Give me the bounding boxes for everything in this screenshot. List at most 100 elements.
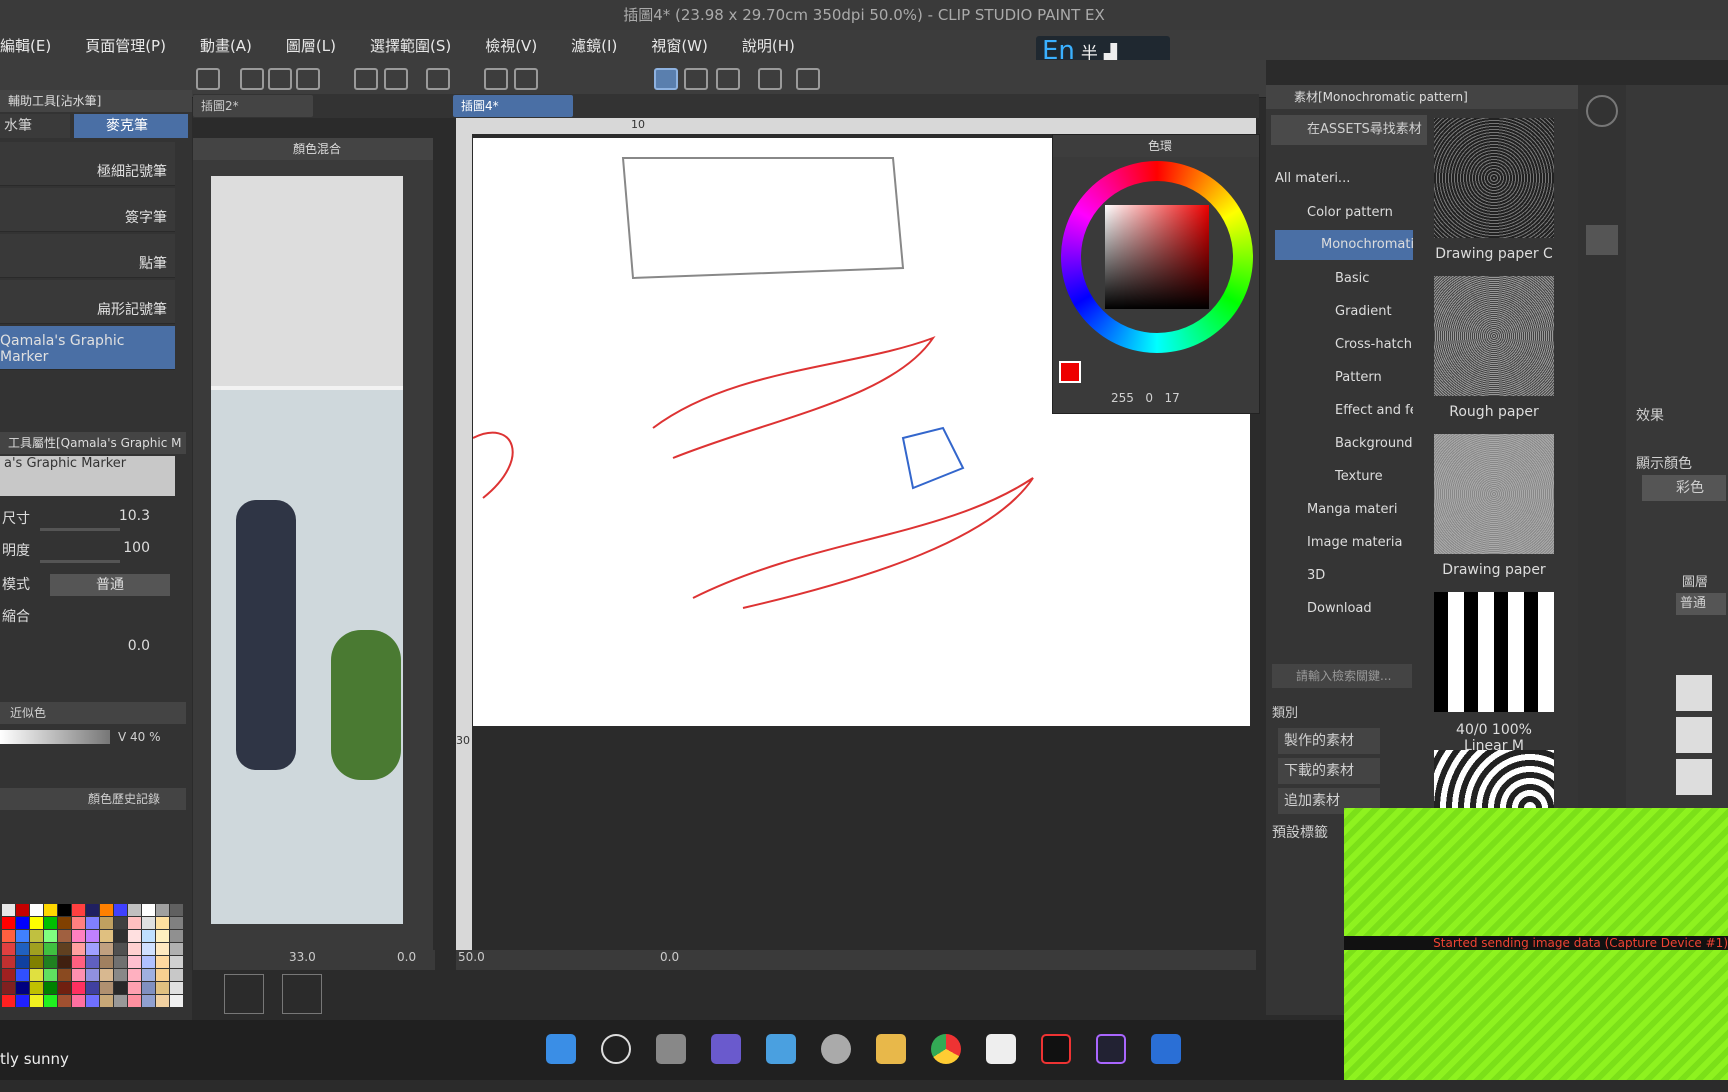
palette-swatch[interactable] <box>100 956 113 968</box>
palette-swatch[interactable] <box>100 995 113 1007</box>
palette-swatch[interactable] <box>72 969 85 981</box>
color-set-header[interactable]: 近似色 <box>0 702 186 724</box>
opacity-row[interactable]: 明度 100 <box>0 540 178 568</box>
palette-swatch[interactable] <box>2 904 15 916</box>
palette-swatch[interactable] <box>30 982 43 994</box>
palette-swatch[interactable] <box>72 917 85 929</box>
palette-swatch[interactable] <box>142 943 155 955</box>
palette-swatch[interactable] <box>170 969 183 981</box>
tab-illust2[interactable]: 插圖2* <box>193 95 313 117</box>
anti-alias-row[interactable]: 縮合 <box>0 606 178 634</box>
palette-swatch[interactable] <box>114 969 127 981</box>
palette-swatch[interactable] <box>86 930 99 942</box>
palette-swatch[interactable] <box>142 995 155 1007</box>
subtool-tab-pen[interactable]: 水筆 <box>0 114 70 138</box>
palette-swatch[interactable] <box>100 943 113 955</box>
undo-icon[interactable] <box>354 68 378 90</box>
help-icon[interactable] <box>796 68 820 90</box>
material-search-input[interactable]: 請輸入檢索關鍵... <box>1272 664 1412 688</box>
save-icon[interactable] <box>296 68 320 90</box>
palette-swatch[interactable] <box>86 917 99 929</box>
main-color-swatch[interactable] <box>1059 361 1081 383</box>
palette-swatch[interactable] <box>16 917 29 929</box>
menu-filter[interactable]: 濾鏡(I) <box>571 35 617 56</box>
palette-swatch[interactable] <box>30 917 43 929</box>
palette-swatch[interactable] <box>44 943 57 955</box>
palette-swatch[interactable] <box>142 982 155 994</box>
menu-animation[interactable]: 動畫(A) <box>200 35 252 56</box>
layer-blend-select[interactable]: 普通 <box>1676 593 1726 615</box>
palette-swatch[interactable] <box>16 904 29 916</box>
palette-swatch[interactable] <box>44 917 57 929</box>
transform-icon[interactable] <box>514 68 538 90</box>
material-thumb[interactable] <box>1434 750 1554 808</box>
palette-swatch[interactable] <box>114 930 127 942</box>
palette-swatch[interactable] <box>58 930 71 942</box>
my-materials-button[interactable]: 製作的素材 <box>1278 728 1380 754</box>
palette-swatch[interactable] <box>114 956 127 968</box>
palette-swatch[interactable] <box>44 995 57 1007</box>
palette-swatch[interactable] <box>44 956 57 968</box>
tree-item[interactable]: All materi... <box>1275 164 1413 194</box>
brush-item[interactable]: 極細記號筆 <box>0 142 175 186</box>
new-file-icon[interactable] <box>240 68 264 90</box>
material-thumb[interactable] <box>1434 276 1554 396</box>
palette-swatch[interactable] <box>142 969 155 981</box>
tree-item[interactable]: Image materia <box>1275 528 1413 558</box>
tree-item-selected[interactable]: Monochromatic <box>1275 230 1413 260</box>
palette-swatch[interactable] <box>2 956 15 968</box>
palette-swatch[interactable] <box>44 969 57 981</box>
palette-swatch[interactable] <box>156 995 169 1007</box>
palette-swatch[interactable] <box>170 904 183 916</box>
palette-swatch[interactable] <box>100 969 113 981</box>
palette-swatch[interactable] <box>86 995 99 1007</box>
size-slider[interactable] <box>40 528 120 531</box>
store-icon[interactable] <box>766 1034 796 1064</box>
palette-swatch[interactable] <box>72 982 85 994</box>
palette-swatch[interactable] <box>170 943 183 955</box>
tree-item[interactable]: Cross-hatch <box>1275 330 1413 360</box>
palette-swatch[interactable] <box>30 969 43 981</box>
brush-item[interactable]: 扁形記號筆 <box>0 280 175 324</box>
menu-help[interactable]: 說明(H) <box>742 35 795 56</box>
palette-swatch[interactable] <box>72 930 85 942</box>
palette-swatch[interactable] <box>128 917 141 929</box>
layer-tab[interactable]: 圖層 <box>1682 571 1708 590</box>
palette-swatch[interactable] <box>128 995 141 1007</box>
opacity-slider[interactable] <box>40 560 120 563</box>
palette-swatch[interactable] <box>86 969 99 981</box>
palette-swatch[interactable] <box>44 982 57 994</box>
palette-swatch[interactable] <box>170 930 183 942</box>
tree-item[interactable]: Effect and fe <box>1275 396 1413 426</box>
menu-view[interactable]: 檢視(V) <box>485 35 537 56</box>
weather-widget[interactable]: tly sunny <box>0 1050 69 1068</box>
menu-layer[interactable]: 圖層(L) <box>286 35 336 56</box>
palette-swatch[interactable] <box>30 904 43 916</box>
snap-grid-icon[interactable] <box>716 68 740 90</box>
open-file-icon[interactable] <box>268 68 292 90</box>
tree-item[interactable]: Manga materi <box>1275 495 1413 525</box>
opacity-value[interactable]: 100 <box>123 540 150 556</box>
material-thumb[interactable] <box>1434 592 1554 712</box>
palette-swatch[interactable] <box>44 930 57 942</box>
tree-item[interactable]: Texture <box>1275 462 1413 492</box>
palette-swatch[interactable] <box>156 956 169 968</box>
downloaded-materials-button[interactable]: 下載的素材 <box>1278 758 1380 784</box>
material-thumb[interactable] <box>1434 434 1554 554</box>
subtool-tab-marker[interactable]: 麥克筆 <box>74 114 188 138</box>
palette-swatch[interactable] <box>100 930 113 942</box>
brush-item-selected[interactable]: Qamala's Graphic Marker <box>0 326 175 370</box>
palette-swatch[interactable] <box>58 943 71 955</box>
tree-item[interactable]: Download <box>1275 594 1413 624</box>
menu-selection[interactable]: 選擇範圍(S) <box>370 35 451 56</box>
palette-swatch[interactable] <box>72 904 85 916</box>
palette-swatch[interactable] <box>156 943 169 955</box>
palette-swatch[interactable] <box>128 956 141 968</box>
assets-search-button[interactable]: 在ASSETS尋找素材 <box>1271 115 1427 145</box>
ref-angle[interactable]: 0.0 <box>397 950 416 964</box>
palette-swatch[interactable] <box>16 969 29 981</box>
palette-swatch[interactable] <box>2 943 15 955</box>
snap-ruler-icon[interactable] <box>654 68 678 90</box>
palette-swatch[interactable] <box>128 943 141 955</box>
palette-swatch[interactable] <box>86 943 99 955</box>
